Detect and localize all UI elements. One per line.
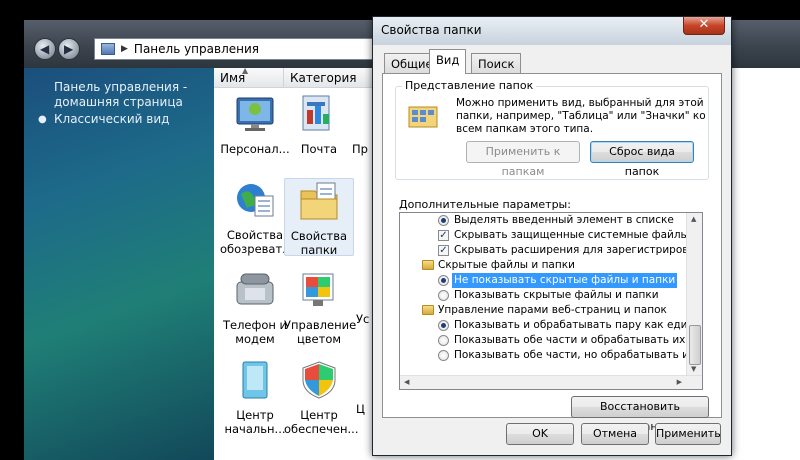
checkbox[interactable]: ✓ — [438, 245, 449, 256]
scroll-up-icon[interactable]: ▲ — [691, 215, 696, 223]
checkbox[interactable]: ✓ — [438, 230, 449, 241]
control-panel-home-link[interactable]: Панель управления - домашняя страница — [54, 80, 194, 110]
dialog-body: Общие Вид Поиск Представление папок Можн… — [379, 45, 725, 450]
tab-search[interactable]: Поиск — [471, 53, 522, 73]
sort-arrow-icon: ▲ — [242, 66, 249, 75]
address-text: Панель управления — [133, 42, 259, 56]
vertical-scrollbar[interactable]: ▲ ▼ — [686, 213, 702, 375]
close-button[interactable]: ✕ — [683, 17, 725, 35]
color-management-icon — [297, 268, 341, 312]
folder-views-icon — [408, 103, 438, 129]
item-folder-options[interactable]: Свойства папки — [284, 178, 354, 257]
personalization-icon — [233, 92, 277, 136]
radio-button[interactable] — [438, 335, 449, 346]
folder-views-description: Можно применить вид, выбранный для этой … — [456, 97, 706, 135]
item-color-management[interactable]: Управление цветом — [284, 268, 356, 346]
forward-button[interactable]: ▶ — [58, 38, 80, 60]
close-icon: ✕ — [698, 17, 710, 32]
cancel-button[interactable]: Отмена — [581, 423, 649, 445]
control-panel-icon — [101, 43, 115, 55]
horizontal-scrollbar[interactable]: ◀ ▶ — [400, 375, 702, 389]
scroll-left-icon[interactable]: ◀ — [404, 378, 409, 386]
radio-button[interactable] — [438, 275, 449, 286]
advanced-settings-list[interactable]: Выделять введенный элемент в списке ✓ Ск… — [399, 212, 703, 390]
scroll-right-icon[interactable]: ▶ — [677, 378, 682, 386]
dialog-titlebar[interactable]: Свойства папки ✕ — [373, 17, 731, 45]
ok-button[interactable]: OK — [506, 423, 574, 445]
folder-views-label: Представление папок — [402, 79, 537, 92]
radio-button[interactable] — [438, 320, 449, 331]
back-arrow-icon: ◀ — [40, 42, 50, 56]
back-button[interactable]: ◀ — [34, 38, 56, 60]
folder-views-group: Представление папок Можно применить вид,… — [395, 79, 709, 180]
radio-button[interactable] — [438, 290, 449, 301]
scroll-down-icon[interactable]: ▼ — [691, 365, 696, 373]
folder-icon — [422, 260, 434, 270]
folder-icon — [422, 305, 434, 315]
tab-view[interactable]: Вид — [429, 49, 467, 74]
phone-modem-icon — [233, 268, 277, 312]
apply-to-folders-button[interactable]: Применить к папкам — [466, 141, 580, 178]
classic-view-link[interactable]: Классический вид — [54, 112, 169, 127]
restore-defaults-button[interactable]: Восстановить умолчания — [571, 396, 709, 433]
mail-icon — [297, 92, 341, 136]
bullet-icon: ● — [38, 114, 47, 125]
partial-icon — [352, 92, 372, 136]
radio-button[interactable] — [438, 350, 449, 361]
item-mail[interactable]: Почта — [284, 92, 354, 156]
item-phone-modem[interactable]: Телефон и модем — [220, 268, 290, 346]
internet-options-icon — [233, 178, 277, 222]
folder-options-icon — [297, 179, 341, 223]
item-personalization[interactable]: Персонал... — [220, 92, 290, 156]
radio-button[interactable] — [438, 215, 449, 226]
folder-options-dialog: Свойства папки ✕ Общие Вид Поиск Предста… — [372, 16, 732, 456]
item-welcome-center[interactable]: Центр начальн... — [220, 358, 290, 436]
item-security-center[interactable]: Центр обеспечен... — [284, 358, 358, 436]
breadcrumb-arrow-icon[interactable]: ▶ — [121, 44, 128, 54]
view-tab-panel: Представление папок Можно применить вид,… — [382, 73, 722, 433]
advanced-settings-label: Дополнительные параметры: — [399, 198, 571, 211]
dialog-title: Свойства папки — [381, 23, 482, 37]
scroll-thumb[interactable] — [689, 325, 701, 365]
apply-button[interactable]: Применить — [655, 423, 721, 445]
item-internet-options[interactable]: Свойства обозреват... — [220, 178, 293, 256]
welcome-center-icon — [233, 358, 277, 402]
column-header-name[interactable]: ▲ Имя — [214, 66, 284, 88]
left-pane: Панель управления - домашняя страница ● … — [24, 68, 214, 460]
forward-arrow-icon: ▶ — [64, 42, 74, 56]
security-center-icon — [297, 358, 341, 402]
reset-folders-button[interactable]: Сброс вида папок — [590, 141, 694, 178]
